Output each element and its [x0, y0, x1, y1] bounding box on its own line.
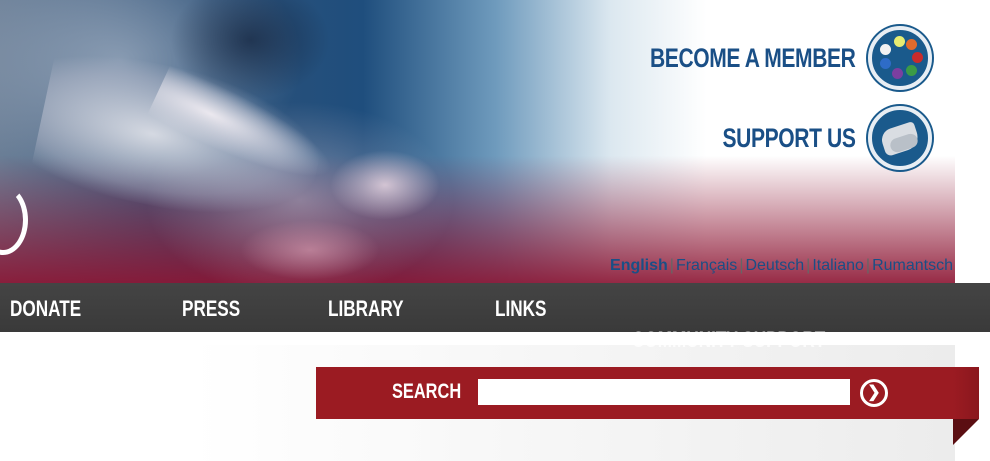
- nav-item-links[interactable]: LINKS: [495, 296, 546, 322]
- lang-francais[interactable]: Français: [676, 257, 737, 274]
- become-member-link[interactable]: BECOME A MEMBER: [592, 26, 932, 90]
- separator: |: [739, 257, 744, 274]
- handshake-icon: [868, 106, 932, 170]
- hero-blob-shape: [330, 150, 440, 220]
- nav-item-press[interactable]: PRESS: [182, 296, 240, 322]
- hero-shadow-shape: [170, 0, 330, 100]
- separator: |: [865, 257, 871, 274]
- lang-deutsch[interactable]: Deutsch: [745, 257, 804, 274]
- separator: |: [669, 257, 674, 274]
- arrow-circle-right-icon[interactable]: ❯: [860, 379, 888, 407]
- search-input[interactable]: [478, 379, 850, 405]
- nav-item-donate[interactable]: DONATE: [10, 296, 81, 322]
- support-us-label: SUPPORT US: [722, 122, 856, 153]
- people-circle-icon: [868, 26, 932, 90]
- hero-cell-shape: [28, 42, 332, 238]
- lang-english[interactable]: English: [610, 257, 668, 274]
- search-bar-fold: [953, 419, 979, 445]
- support-us-link[interactable]: SUPPORT US: [685, 106, 932, 170]
- dropdown-ghost-label: COMMUNITY SUPPORT: [632, 327, 826, 352]
- search-label: SEARCH: [392, 380, 462, 403]
- separator: |: [806, 257, 811, 274]
- become-member-label: BECOME A MEMBER: [650, 42, 856, 73]
- logo-arc-icon: [0, 185, 28, 255]
- hero-cell-arm-shape: [146, 62, 344, 198]
- hero-blob-shape: [240, 220, 380, 280]
- nav-item-library[interactable]: LIBRARY: [328, 296, 404, 322]
- lang-italiano[interactable]: Italiano: [812, 257, 864, 274]
- language-switcher: English | Français | Deutsch | Italiano | Rumant…: [610, 257, 953, 275]
- main-nav: DONATE PRESS LIBRARY LINKS: [0, 283, 990, 332]
- lang-rumantsch[interactable]: Rumantsch: [872, 257, 953, 274]
- search-bar-edge: [953, 367, 979, 419]
